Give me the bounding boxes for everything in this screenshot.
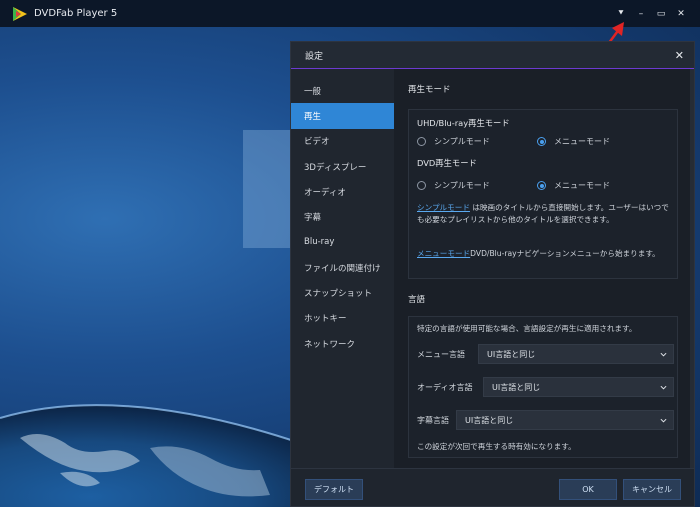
- close-dialog-button[interactable]: ✕: [675, 49, 684, 62]
- language-intro: 特定の言語が使用可能な場合、言語設定が再生に適用されます。: [417, 324, 637, 333]
- sidebar-item-snapshot[interactable]: スナップショット: [291, 280, 394, 305]
- subtitle-language-select[interactable]: UI言語と同じ: [456, 410, 674, 430]
- select-value: UI言語と同じ: [487, 349, 536, 359]
- radio-icon: [417, 137, 426, 146]
- sidebar-item-bluray[interactable]: Blu-ray: [291, 230, 394, 255]
- sidebar-item-playback[interactable]: 再生: [291, 103, 394, 129]
- playback-mode-box: UHD/Blu-ray再生モード シンプルモード メニューモード DVD再生モー…: [408, 109, 678, 279]
- radio-icon: [417, 181, 426, 190]
- sidebar-item-video[interactable]: ビデオ: [291, 129, 394, 154]
- dvdfab-logo-icon: [12, 6, 28, 22]
- sidebar-item-audio[interactable]: オーディオ: [291, 179, 394, 204]
- radio-label: シンプルモード: [434, 181, 490, 190]
- radio-selected-icon: [537, 181, 546, 190]
- simple-mode-description: シンプルモード は映画のタイトルから直接開始します。ユーザーはいつでも必要なプレ…: [417, 202, 675, 225]
- cancel-button[interactable]: キャンセル: [623, 479, 681, 500]
- radio-label: メニューモード: [554, 181, 610, 190]
- settings-dialog: 設定 ✕ 一般 再生 ビデオ 3Dディスプレー オーディオ 字幕 Blu-ray…: [290, 41, 695, 507]
- ok-button[interactable]: OK: [559, 479, 617, 500]
- language-note: この設定が次回で再生する時有効になります。: [417, 442, 576, 451]
- earth-image: [0, 404, 300, 507]
- playback-mode-title: 再生モード: [408, 85, 451, 95]
- radio-label: シンプルモード: [434, 137, 490, 146]
- menu-mode-link[interactable]: メニューモード: [417, 249, 470, 258]
- uhd-menu-radio[interactable]: メニューモード: [537, 136, 610, 147]
- chevron-down-icon: [660, 352, 667, 357]
- scrollbar[interactable]: [690, 69, 694, 468]
- audio-language-row: オーディオ言語: [417, 382, 472, 393]
- settings-content: 再生モード UHD/Blu-ray再生モード シンプルモード メニューモード D…: [394, 69, 694, 468]
- menu-language-select[interactable]: UI言語と同じ: [478, 344, 674, 364]
- audio-language-label: オーディオ言語: [417, 383, 473, 392]
- audio-language-select[interactable]: UI言語と同じ: [483, 377, 674, 397]
- chevron-down-icon: [660, 418, 667, 423]
- dialog-title: 設定: [305, 51, 324, 62]
- dialog-header: 設定 ✕: [291, 42, 694, 69]
- app-title: DVDFab Player 5: [34, 8, 118, 19]
- select-value: UI言語と同じ: [492, 382, 541, 392]
- sidebar-item-network[interactable]: ネットワーク: [291, 331, 394, 356]
- sidebar-item-hotkeys[interactable]: ホットキー: [291, 306, 394, 331]
- uhd-mode-title: UHD/Blu-ray再生モード: [417, 118, 510, 128]
- subtitle-language-label: 字幕言語: [417, 416, 449, 425]
- sidebar-item-general[interactable]: 一般: [291, 78, 394, 103]
- sidebar-item-subtitles[interactable]: 字幕: [291, 204, 394, 229]
- sidebar-item-file-association[interactable]: ファイルの関連付け: [291, 255, 394, 280]
- simple-mode-link[interactable]: シンプルモード: [417, 203, 470, 212]
- minimize-button[interactable]: –: [632, 5, 650, 23]
- sidebar-item-3d-display[interactable]: 3Dディスプレー: [291, 154, 394, 179]
- default-button[interactable]: デフォルト: [305, 479, 363, 500]
- chevron-down-icon: [660, 385, 667, 390]
- menu-language-label: メニュー言語: [417, 350, 465, 359]
- menu-language-row: メニュー言語: [417, 349, 465, 360]
- dvd-menu-radio[interactable]: メニューモード: [537, 180, 610, 191]
- menu-mode-text: DVD/Blu-rayナビゲーションメニューから始まります。: [470, 249, 660, 258]
- dialog-footer: デフォルト OK キャンセル: [291, 468, 694, 506]
- language-box: 特定の言語が使用可能な場合、言語設定が再生に適用されます。 メニュー言語 UI言…: [408, 316, 678, 458]
- dvd-mode-title: DVD再生モード: [417, 158, 477, 168]
- radio-selected-icon: [537, 137, 546, 146]
- subtitle-language-row: 字幕言語: [417, 415, 449, 426]
- menu-mode-description: メニューモードDVD/Blu-rayナビゲーションメニューから始まります。: [417, 248, 675, 260]
- radio-label: メニューモード: [554, 137, 610, 146]
- maximize-button[interactable]: ▭: [652, 5, 670, 23]
- close-window-button[interactable]: ✕: [672, 5, 690, 23]
- settings-sidebar: 一般 再生 ビデオ 3Dディスプレー オーディオ 字幕 Blu-ray ファイル…: [291, 69, 394, 468]
- uhd-simple-radio[interactable]: シンプルモード: [417, 136, 490, 147]
- dvd-simple-radio[interactable]: シンプルモード: [417, 180, 490, 191]
- select-value: UI言語と同じ: [465, 415, 514, 425]
- language-title: 言語: [408, 295, 426, 305]
